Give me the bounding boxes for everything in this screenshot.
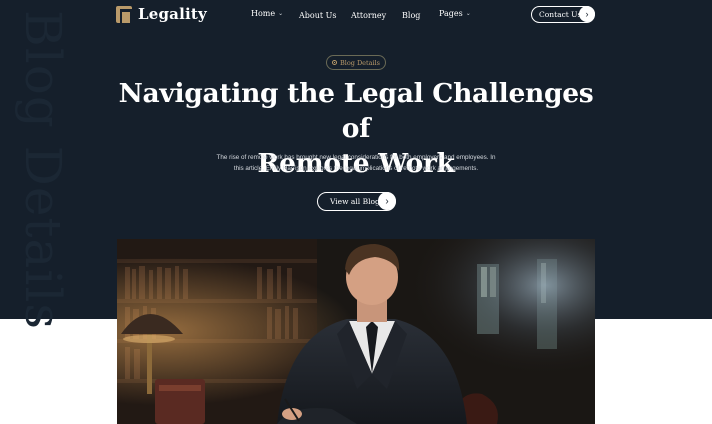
view-all-blog-label: View all Blog bbox=[330, 197, 380, 206]
title-line-1: Navigating the Legal Challenges of bbox=[118, 78, 594, 144]
target-icon bbox=[331, 60, 337, 65]
contact-us-button[interactable]: Contact Us › bbox=[531, 6, 595, 23]
nav-item-about-us[interactable]: About Us bbox=[299, 11, 336, 20]
scales-logo-icon bbox=[116, 5, 132, 26]
nav-label: Attorney bbox=[351, 11, 387, 20]
nav-item-attorney[interactable]: Attorney bbox=[351, 11, 386, 20]
contact-us-label: Contact Us bbox=[539, 10, 582, 19]
featured-image bbox=[117, 239, 595, 424]
nav-item-pages[interactable]: Pages ⌄ bbox=[439, 9, 471, 18]
badge-label: Blog Details bbox=[339, 58, 381, 67]
nav-item-blog[interactable]: Blog bbox=[402, 11, 420, 20]
view-all-blog-button[interactable]: View all Blog › bbox=[317, 192, 396, 211]
nav-label: Pages bbox=[439, 9, 463, 18]
chevron-down-icon: ⌄ bbox=[465, 10, 471, 17]
nav-label: Home bbox=[251, 9, 276, 18]
brand-logo[interactable]: Legality bbox=[116, 5, 207, 26]
chevron-right-icon: › bbox=[579, 6, 595, 22]
page-badge: Blog Details bbox=[326, 55, 386, 70]
article-description: The rise of remote work has brought new … bbox=[216, 154, 496, 172]
chevron-right-icon: › bbox=[378, 192, 396, 210]
nav-item-home[interactable]: Home ⌄ bbox=[251, 9, 283, 18]
chevron-down-icon: ⌄ bbox=[278, 10, 284, 17]
brand-name: Legality bbox=[138, 5, 207, 23]
watermark-text: Blog Details bbox=[14, 10, 72, 330]
nav-label: Blog bbox=[402, 11, 421, 20]
nav-label: About Us bbox=[299, 11, 337, 20]
